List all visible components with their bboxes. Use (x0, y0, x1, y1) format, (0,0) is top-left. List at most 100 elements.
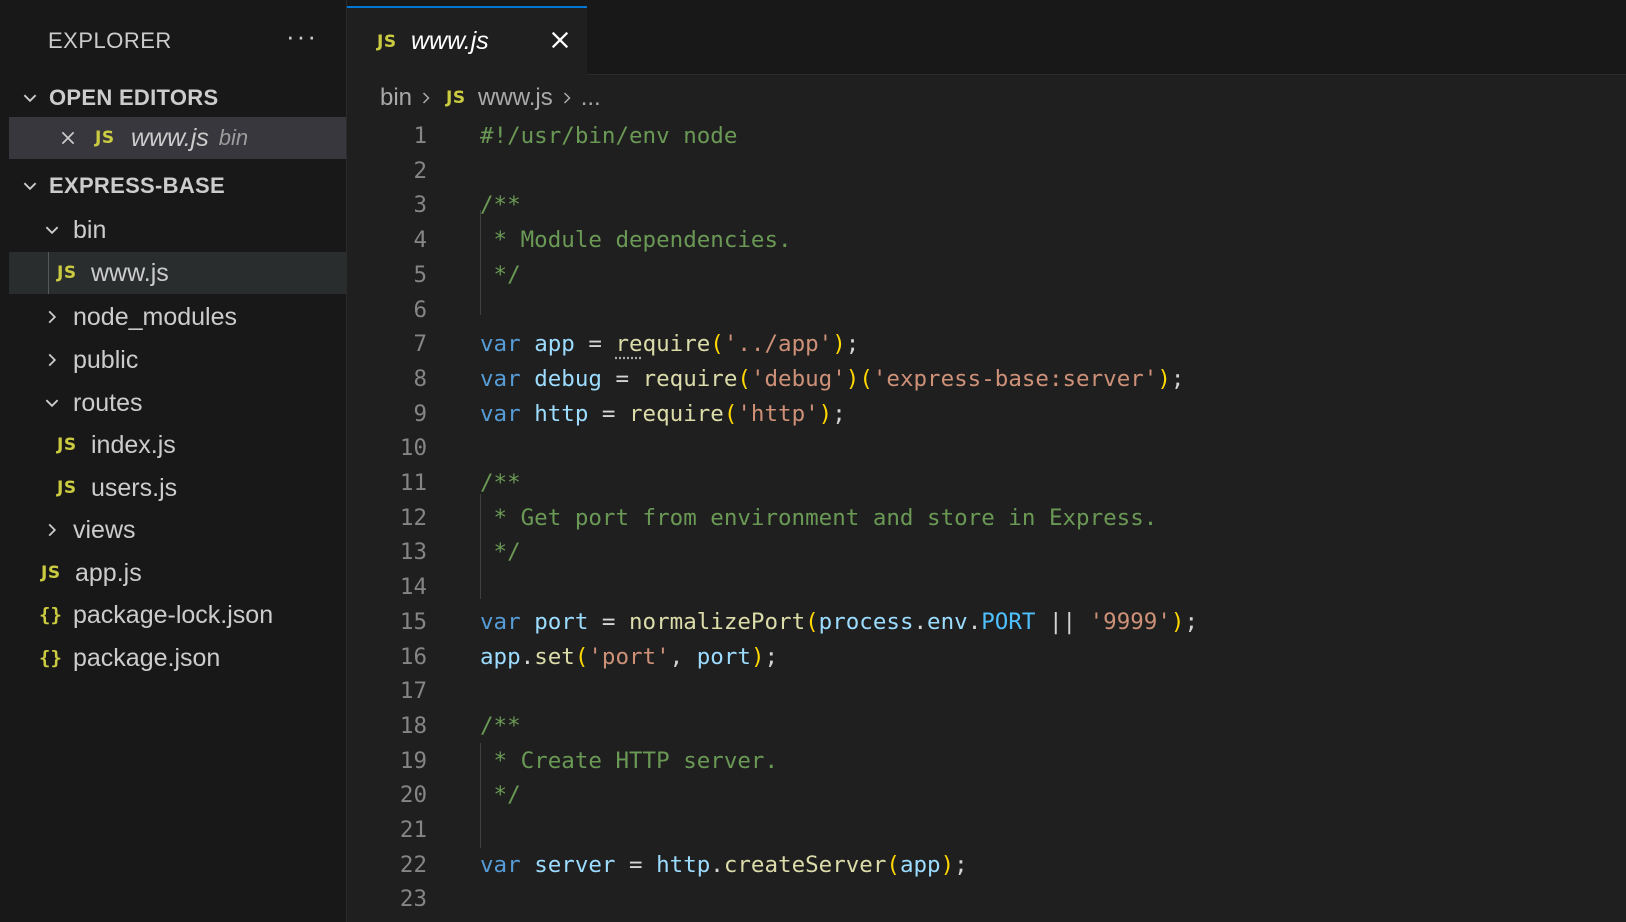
code-token: . (913, 608, 928, 635)
code-line: 7 var app = require('../app'); (347, 326, 1626, 362)
code-token: app (899, 851, 941, 878)
code-token: ( (710, 331, 724, 358)
chevron-down-icon (41, 219, 63, 241)
indent-guide (48, 252, 49, 294)
code-token: ; (845, 331, 860, 358)
code-text: #!/usr/bin/env node (480, 123, 737, 149)
tree-item-label: routes (73, 388, 143, 417)
code-line: 5 */ (347, 257, 1626, 293)
open-editor-item[interactable]: JS www.js bin (9, 117, 346, 159)
code-token: ; (832, 400, 846, 427)
code-token: #!/usr/bin/env node (480, 123, 738, 149)
code-token: * Module dependencies. (480, 227, 792, 254)
code-token: . (967, 608, 982, 635)
code-token: . (710, 851, 724, 878)
open-editors-section-header[interactable]: OPEN EDITORS (9, 77, 346, 119)
tree-folder-views[interactable]: views (9, 509, 346, 551)
code-token: var (480, 608, 521, 635)
tree-file-index-js[interactable]: JS index.js (9, 424, 346, 466)
breadcrumb-file[interactable]: www.js (478, 84, 553, 112)
code-text: var server = http.createServer(app); (480, 852, 968, 878)
code-line: 4 * Module dependencies. (347, 222, 1626, 258)
code-token: server (534, 851, 616, 878)
tree-item-label: views (73, 515, 136, 544)
more-actions-icon[interactable]: ··· (286, 23, 318, 49)
code-token: 'http' (737, 400, 819, 427)
code-token: require (642, 365, 738, 392)
line-number: 1 (413, 123, 427, 149)
code-token: ( (859, 365, 873, 392)
close-icon[interactable] (547, 27, 573, 58)
code-token: = (574, 331, 616, 358)
tree-file-app-js[interactable]: JS app.js (9, 552, 346, 594)
tree-file-package-lock-json[interactable]: {} package-lock.json (9, 594, 346, 636)
code-token: * Get port from environment and store in… (480, 504, 1158, 531)
code-token: '9999' (1089, 608, 1171, 635)
code-line: 17 (347, 673, 1626, 709)
code-editor[interactable]: 1 #!/usr/bin/env node 2 3 /** 4 * Module depe… (347, 118, 1626, 922)
chevron-down-icon (19, 175, 41, 197)
tree-folder-node-modules[interactable]: node_modules (9, 296, 346, 338)
code-token: ) (1170, 608, 1185, 635)
code-token: createServer (723, 851, 887, 878)
code-token: set (534, 643, 575, 670)
tab-www-js[interactable]: JS www.js (347, 6, 587, 75)
breadcrumb-folder[interactable]: bin (380, 84, 412, 112)
tree-folder-routes[interactable]: routes (9, 382, 346, 424)
javascript-file-icon: JS (57, 435, 77, 455)
code-text: * Create HTTP server. (480, 748, 778, 774)
project-title: EXPRESS-BASE (49, 173, 225, 198)
code-token: quire (642, 331, 711, 358)
code-token: ; (764, 643, 779, 670)
line-number: 20 (399, 782, 427, 809)
tree-item-label: package-lock.json (73, 600, 274, 629)
tree-folder-public[interactable]: public (9, 339, 346, 381)
code-token: ( (574, 643, 589, 670)
tree-file-www-js[interactable]: JS www.js (9, 252, 346, 294)
code-token: ( (886, 851, 900, 878)
editor-tab-bar: JS www.js (347, 0, 1626, 75)
code-text: /** (480, 713, 521, 739)
line-number: 8 (413, 365, 427, 392)
breadcrumb-symbols[interactable]: ... (581, 84, 601, 112)
javascript-file-icon: JS (41, 563, 61, 583)
line-number: 19 (399, 747, 427, 774)
code-token: var (480, 365, 521, 392)
code-token: = (588, 400, 630, 427)
javascript-file-icon: JS (377, 31, 397, 52)
line-number: 23 (399, 886, 427, 913)
code-text: */ (480, 539, 521, 565)
code-token: , (669, 643, 697, 670)
line-number: 3 (413, 192, 427, 219)
open-editor-filename: www.js (131, 123, 209, 152)
code-token: debug (534, 365, 602, 392)
tree-item-label: www.js (91, 258, 169, 287)
tree-item-label: public (73, 345, 139, 374)
chevron-right-icon (559, 90, 575, 106)
tab-title: www.js (411, 27, 489, 55)
code-token: ) (845, 365, 860, 392)
code-line: 14 (347, 569, 1626, 605)
code-token: var (480, 400, 521, 427)
line-number: 12 (399, 504, 427, 531)
tree-folder-bin[interactable]: bin (9, 209, 346, 251)
code-token: * Create HTTP server. (480, 747, 779, 774)
code-token: PORT (981, 608, 1036, 635)
code-text: var app = require('../app'); (480, 331, 859, 357)
tree-file-package-json[interactable]: {} package.json (9, 637, 346, 679)
code-text: var http = require('http'); (480, 401, 846, 427)
line-number: 21 (399, 817, 427, 843)
code-text: var debug = require('debug')('express-ba… (480, 366, 1184, 392)
code-token: app (534, 331, 575, 358)
close-icon[interactable] (55, 125, 81, 151)
project-section-header[interactable]: EXPRESS-BASE (9, 165, 346, 207)
line-number: 16 (399, 643, 427, 670)
code-line: 21 (347, 812, 1626, 848)
breadcrumb: bin JS www.js ... (380, 80, 601, 116)
tree-file-users-js[interactable]: JS users.js (9, 467, 346, 509)
tree-item-label: users.js (91, 473, 178, 502)
